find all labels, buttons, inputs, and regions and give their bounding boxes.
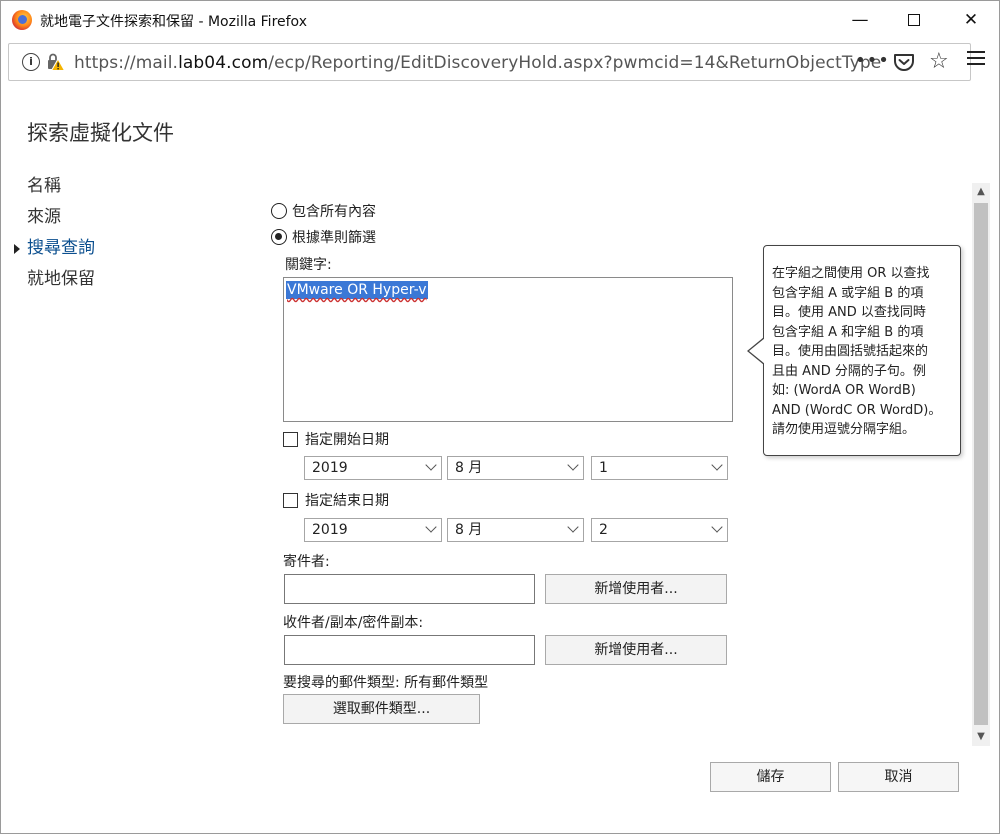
radio-label: 根據準則篩選 — [292, 230, 376, 246]
radio-button[interactable] — [271, 203, 287, 219]
browser-window: 就地電子文件探索和保留 - Mozilla Firefox — ✕ i http… — [0, 0, 1000, 834]
chevron-down-icon — [711, 521, 723, 533]
tooltip-text: 在字組之間使用 OR 以查找 包含字組 A 或字組 B 的項 目。使用 AND … — [772, 266, 942, 437]
add-sender-button[interactable]: 新增使用者... — [545, 574, 727, 604]
nav-item-name[interactable]: 名稱 — [27, 175, 95, 206]
window-title: 就地電子文件探索和保留 - Mozilla Firefox — [40, 14, 307, 30]
recipients-label: 收件者/副本/密件副本: — [283, 615, 424, 631]
maximize-icon — [908, 14, 920, 26]
title-bar: 就地電子文件探索和保留 - Mozilla Firefox — ✕ — [1, 1, 999, 39]
start-date-checkbox[interactable] — [283, 431, 298, 447]
content-scrollbar[interactable]: ▲ ▼ — [972, 183, 990, 746]
keywords-help-tooltip: 在字組之間使用 OR 以查找 包含字組 A 或字組 B 的項 目。使用 AND … — [763, 245, 961, 456]
url-prefix: https://mail. — [74, 53, 179, 73]
start-date-checkbox-row[interactable]: 指定開始日期 — [283, 429, 389, 449]
page-title: 探索虛擬化文件 — [27, 121, 174, 145]
select-value: 2019 — [312, 460, 348, 476]
select-message-types-button[interactable]: 選取郵件類型... — [283, 694, 480, 724]
nav-item-label: 搜尋查詢 — [27, 238, 95, 258]
end-year-select[interactable]: 2019 — [304, 518, 442, 542]
end-date-checkbox[interactable] — [283, 492, 298, 508]
chevron-down-icon — [425, 521, 437, 533]
message-types-label: 要搜尋的郵件類型: 所有郵件類型 — [283, 675, 489, 691]
start-year-select[interactable]: 2019 — [304, 456, 442, 480]
current-step-arrow-icon — [14, 244, 20, 254]
url-path: /ecp/Reporting/EditDiscoveryHold.aspx?pw… — [268, 53, 882, 73]
scroll-up-icon[interactable]: ▲ — [972, 183, 990, 201]
chevron-down-icon — [425, 459, 437, 471]
site-info-icon[interactable]: i — [22, 53, 40, 71]
scrollbar-thumb[interactable] — [974, 203, 988, 725]
cancel-button[interactable]: 取消 — [838, 762, 959, 792]
insecure-lock-icon[interactable] — [45, 52, 65, 72]
radio-filter-criteria[interactable]: 根據準則篩選 — [271, 227, 376, 247]
radio-button-selected[interactable] — [271, 229, 287, 245]
chevron-down-icon — [711, 459, 723, 471]
sender-input[interactable] — [284, 574, 535, 604]
firefox-logo-icon — [12, 10, 32, 30]
select-value: 8 月 — [455, 522, 483, 538]
start-day-select[interactable]: 1 — [591, 456, 728, 480]
minimize-button[interactable]: — — [845, 7, 875, 33]
radio-include-all[interactable]: 包含所有內容 — [271, 201, 376, 221]
end-month-select[interactable]: 8 月 — [447, 518, 584, 542]
nav-item-sources[interactable]: 來源 — [27, 206, 95, 237]
start-month-select[interactable]: 8 月 — [447, 456, 584, 480]
select-value: 1 — [599, 460, 608, 476]
maximize-button[interactable] — [899, 7, 929, 33]
end-day-select[interactable]: 2 — [591, 518, 728, 542]
nav-item-search-query[interactable]: 搜尋查詢 — [14, 237, 95, 268]
url-domain: lab04.com — [178, 53, 269, 73]
tooltip-pointer-fill — [749, 338, 765, 364]
select-value: 2019 — [312, 522, 348, 538]
url-bar[interactable]: i https://mail.lab04.com/ecp/Reporting/E… — [8, 43, 971, 81]
end-date-checkbox-row[interactable]: 指定結束日期 — [283, 490, 389, 510]
save-button[interactable]: 儲存 — [710, 762, 831, 792]
add-recipients-button[interactable]: 新增使用者... — [545, 635, 727, 665]
start-date-label: 指定開始日期 — [305, 432, 389, 448]
wizard-nav: 名稱 來源 搜尋查詢 就地保留 — [14, 175, 95, 299]
hamburger-menu-icon[interactable] — [967, 51, 985, 67]
keywords-value: VMware OR Hyper-v — [286, 281, 428, 299]
scroll-down-icon[interactable]: ▼ — [972, 728, 990, 746]
close-button[interactable]: ✕ — [956, 7, 986, 33]
select-value: 8 月 — [455, 460, 483, 476]
nav-item-in-place-hold[interactable]: 就地保留 — [27, 268, 95, 299]
chevron-down-icon — [567, 521, 579, 533]
pocket-icon[interactable] — [893, 52, 915, 72]
page-actions-button[interactable]: ••• — [855, 50, 890, 71]
keywords-textarea[interactable]: VMware OR Hyper-v — [283, 277, 733, 422]
chevron-down-icon — [567, 459, 579, 471]
select-value: 2 — [599, 522, 608, 538]
radio-label: 包含所有內容 — [292, 204, 376, 220]
keywords-label: 關鍵字: — [285, 257, 332, 273]
recipients-input[interactable] — [284, 635, 535, 665]
sender-label: 寄件者: — [283, 554, 330, 570]
url-text[interactable]: https://mail.lab04.com/ecp/Reporting/Edi… — [74, 53, 881, 73]
end-date-label: 指定結束日期 — [305, 493, 389, 509]
bookmark-star-icon[interactable]: ☆ — [929, 50, 949, 74]
